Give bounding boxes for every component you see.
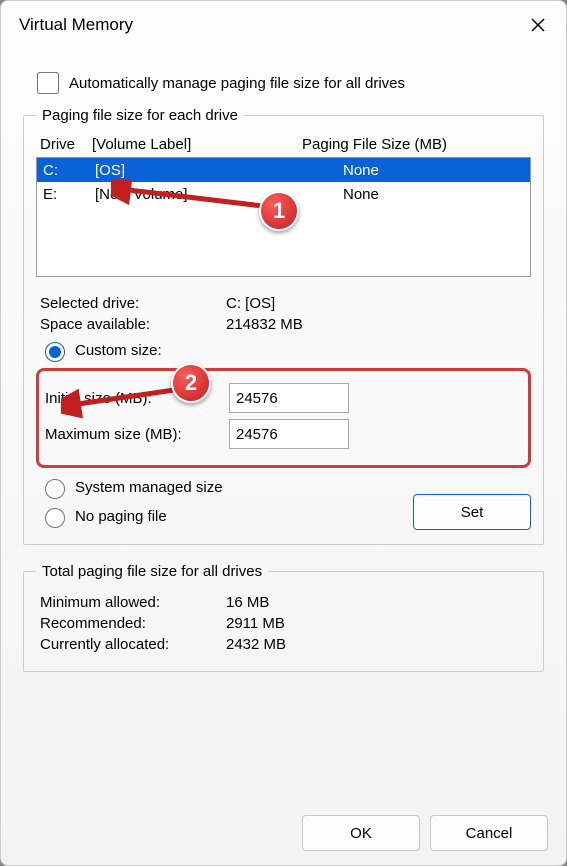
cancel-button[interactable]: Cancel [430, 815, 548, 851]
drive-letter: C: [43, 162, 95, 179]
col-drive: Drive [40, 136, 92, 153]
no-paging-input[interactable] [45, 508, 65, 528]
selected-drive-value: C: [OS] [226, 295, 275, 312]
system-managed-label: System managed size [75, 479, 223, 496]
group1-title: Paging file size for each drive [36, 107, 244, 124]
virtual-memory-dialog: Virtual Memory Automatically manage pagi… [0, 0, 567, 866]
maximum-size-row: Maximum size (MB): [45, 419, 522, 449]
auto-manage-label: Automatically manage paging file size fo… [69, 75, 405, 92]
initial-size-input[interactable] [229, 383, 349, 413]
group2-title: Total paging file size for all drives [36, 563, 268, 580]
space-available-row: Space available: 214832 MB [40, 316, 527, 333]
no-paging-label: No paging file [75, 508, 167, 525]
custom-size-highlight: Initial size (MB): Maximum size (MB): [36, 368, 531, 468]
selected-drive-row: Selected drive: C: [OS] [40, 295, 527, 312]
recommended-row: Recommended: 2911 MB [40, 615, 527, 632]
cur-value: 2432 MB [226, 636, 286, 653]
custom-size-label: Custom size: [75, 342, 162, 359]
drive-letter: E: [43, 186, 95, 203]
paging-per-drive-group: Paging file size for each drive Drive [V… [23, 107, 544, 545]
window-title: Virtual Memory [19, 15, 133, 35]
rec-label: Recommended: [40, 615, 226, 632]
auto-manage-input[interactable] [37, 72, 59, 94]
initial-size-row: Initial size (MB): [45, 383, 522, 413]
drive-pagesize: None [343, 186, 524, 203]
ok-button[interactable]: OK [302, 815, 420, 851]
drive-row-e[interactable]: E: [New Volume] None [37, 182, 530, 206]
min-value: 16 MB [226, 594, 269, 611]
custom-size-radio[interactable]: Custom size: [40, 339, 527, 362]
system-managed-input[interactable] [45, 479, 65, 499]
drive-volume: [New Volume] [95, 186, 343, 203]
auto-manage-checkbox[interactable]: Automatically manage paging file size fo… [33, 69, 534, 97]
selected-drive-label: Selected drive: [40, 295, 226, 312]
maximum-size-input[interactable] [229, 419, 349, 449]
close-icon[interactable] [524, 11, 552, 39]
dialog-footer: OK Cancel [1, 809, 566, 865]
space-label: Space available: [40, 316, 226, 333]
min-allowed-row: Minimum allowed: 16 MB [40, 594, 527, 611]
col-volume-label: [Volume Label] [92, 136, 302, 153]
currently-allocated-row: Currently allocated: 2432 MB [40, 636, 527, 653]
rec-value: 2911 MB [226, 615, 285, 632]
cur-label: Currently allocated: [40, 636, 226, 653]
set-button[interactable]: Set [413, 494, 531, 530]
drive-list[interactable]: C: [OS] None E: [New Volume] None [36, 157, 531, 277]
total-paging-group: Total paging file size for all drives Mi… [23, 563, 544, 672]
drive-pagesize: None [343, 162, 524, 179]
titlebar: Virtual Memory [1, 1, 566, 45]
space-value: 214832 MB [226, 316, 303, 333]
custom-size-input[interactable] [45, 342, 65, 362]
maximum-size-label: Maximum size (MB): [45, 426, 229, 443]
min-label: Minimum allowed: [40, 594, 226, 611]
initial-size-label: Initial size (MB): [45, 390, 229, 407]
drive-row-c[interactable]: C: [OS] None [37, 158, 530, 182]
dialog-content: Automatically manage paging file size fo… [1, 45, 566, 809]
col-paging-size: Paging File Size (MB) [302, 136, 527, 153]
drive-list-header: Drive [Volume Label] Paging File Size (M… [36, 134, 531, 157]
drive-volume: [OS] [95, 162, 343, 179]
